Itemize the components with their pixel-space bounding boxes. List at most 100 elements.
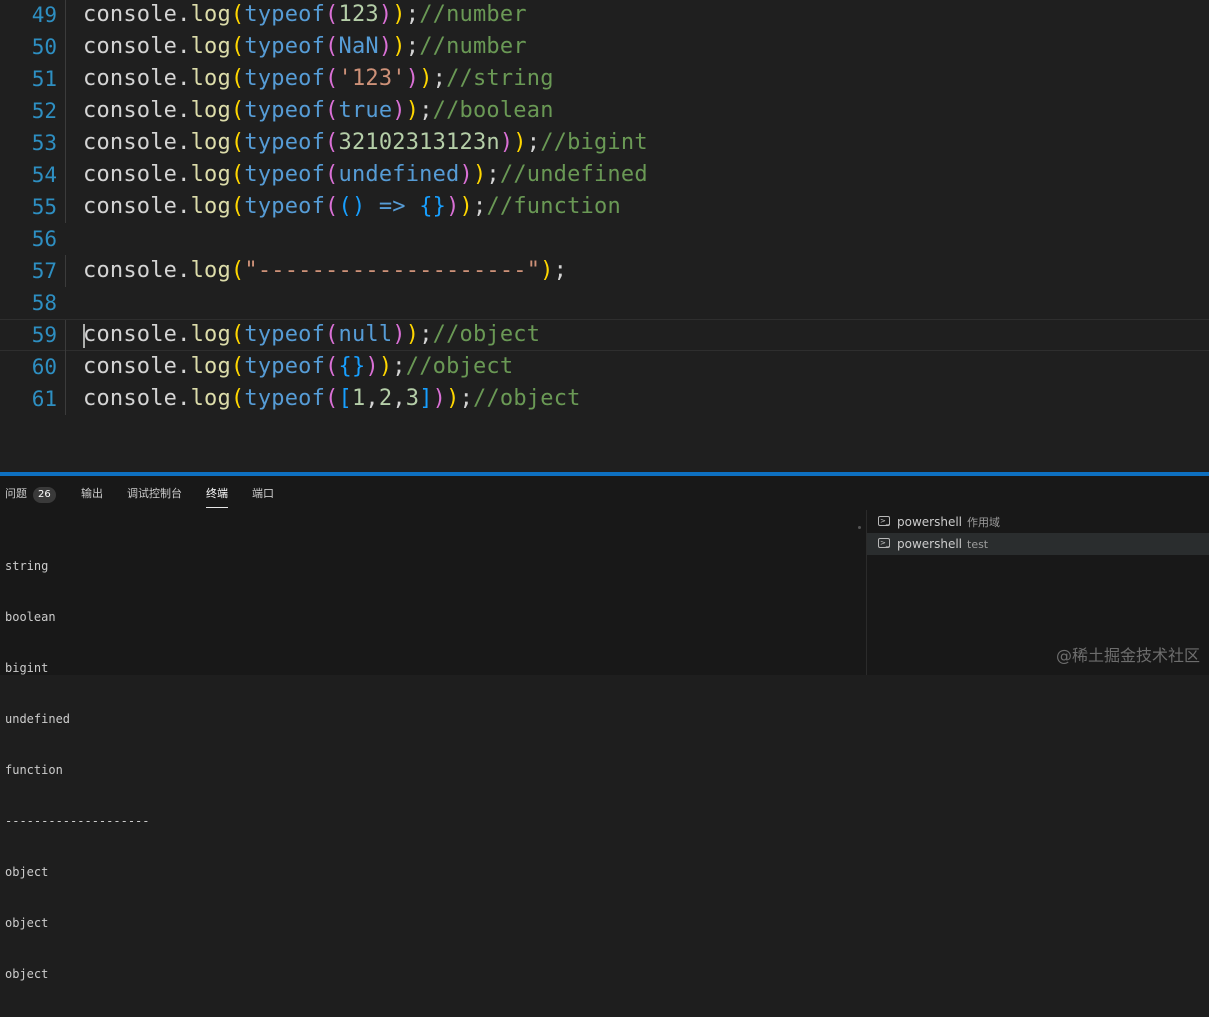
code-token: ;: [405, 2, 420, 27]
code-token: ): [378, 2, 393, 27]
code-token: ): [499, 130, 514, 155]
indent-guide: [65, 383, 66, 415]
line-number: 54: [31, 163, 57, 187]
code-token: .: [177, 354, 191, 379]
code-token: (: [230, 2, 245, 27]
code-token: =>: [378, 194, 406, 219]
code-token: log: [190, 162, 231, 187]
code-token: .: [177, 322, 191, 347]
code-token: 32102313123n: [338, 130, 500, 155]
indent-guide: [65, 95, 66, 127]
terminal-instance-desc: 作用域: [967, 516, 1000, 529]
code-token: 123: [338, 2, 379, 27]
code-token: .: [177, 258, 191, 283]
tab-debug-console[interactable]: 调试控制台: [127, 487, 182, 507]
terminal-line: undefined: [5, 712, 71, 726]
code-text: console.log(typeof({}));//object: [83, 351, 513, 383]
code-line[interactable]: 54 console.log(typeof(undefined));//undef…: [0, 159, 1209, 191]
terminal-instance-desc: test: [967, 538, 989, 551]
indent-guide: [65, 191, 66, 223]
code-token: ;: [419, 98, 433, 123]
code-token: .: [177, 130, 191, 155]
code-token: (: [325, 2, 339, 27]
code-line[interactable]: 51 console.log(typeof('123'));//string: [0, 63, 1209, 95]
terminal-instance-1[interactable]: >_ powershell 作用域: [867, 511, 1209, 533]
terminal-line: bigint: [5, 661, 49, 675]
code-line[interactable]: 55 console.log(typeof(() => {}));//functi…: [0, 191, 1209, 223]
code-token: (: [325, 98, 339, 123]
code-token: console: [83, 354, 178, 379]
code-line[interactable]: 53 console.log(typeof(32102313123n));//bi…: [0, 127, 1209, 159]
code-line[interactable]: 61 console.log(typeof([1,2,3]));//object: [0, 383, 1209, 415]
code-token: "--------------------": [244, 258, 541, 283]
code-token: NaN: [338, 34, 379, 59]
code-token: typeof: [244, 162, 326, 187]
code-token: ): [472, 162, 487, 187]
code-line[interactable]: 49 console.log(typeof(123));//number: [0, 0, 1209, 31]
line-number: 59: [31, 323, 57, 347]
terminal-instance-2[interactable]: >_ powershell test: [867, 533, 1209, 555]
terminal-line: object: [5, 865, 49, 879]
code-token: //string: [446, 66, 554, 91]
code-token: //boolean: [432, 98, 554, 123]
tab-ports[interactable]: 端口: [252, 487, 274, 507]
code-line[interactable]: 59 console.log(typeof(null));//object: [0, 319, 1209, 352]
line-number: 55: [31, 195, 57, 219]
code-token: (: [230, 258, 245, 283]
terminal-icon: >_: [878, 516, 890, 526]
code-line[interactable]: 56: [0, 223, 1209, 255]
code-token: ]: [419, 386, 433, 411]
code-token: .: [177, 162, 191, 187]
code-token: typeof: [244, 194, 326, 219]
code-token: .: [177, 2, 191, 27]
code-token: log: [190, 194, 231, 219]
code-token: typeof: [244, 130, 326, 155]
code-text: console.log(typeof(() => {}));//function: [83, 191, 621, 223]
problems-count-badge: 26: [33, 487, 56, 503]
terminal-output[interactable]: string boolean bigint undefined function…: [5, 524, 855, 1017]
code-line[interactable]: 50 console.log(typeof(NaN));//number: [0, 31, 1209, 63]
code-token: log: [190, 2, 231, 27]
tab-problems[interactable]: 问题 26: [5, 487, 56, 507]
code-token: ,: [392, 386, 406, 411]
code-line[interactable]: 58: [0, 287, 1209, 319]
code-token: //number: [419, 34, 527, 59]
code-token: ): [365, 354, 379, 379]
code-token: (: [230, 130, 245, 155]
line-number: 60: [31, 355, 57, 379]
terminal-line: boolean: [5, 610, 56, 624]
code-token: (: [230, 386, 245, 411]
code-token: ): [432, 386, 447, 411]
code-token: //object: [473, 386, 581, 411]
code-token: true: [338, 98, 393, 123]
line-number: 61: [31, 387, 57, 411]
code-token: (: [325, 34, 339, 59]
code-token: typeof: [244, 34, 326, 59]
code-token: console: [83, 258, 178, 283]
sash-indicator: [858, 526, 861, 529]
code-token: ;: [459, 386, 474, 411]
line-number: 52: [31, 99, 57, 123]
terminal-icon: >_: [878, 538, 890, 548]
indent-guide: [65, 31, 66, 63]
code-line[interactable]: 52 console.log(typeof(true));//boolean: [0, 95, 1209, 127]
code-token: (: [230, 66, 245, 91]
code-line[interactable]: 57 console.log("--------------------");: [0, 255, 1209, 287]
code-text: console.log(typeof(32102313123n));//bigi…: [83, 127, 648, 159]
code-token: (: [325, 162, 339, 187]
tab-terminal[interactable]: 终端: [206, 487, 228, 508]
terminal-line: string: [5, 559, 49, 573]
code-token: undefined: [338, 162, 460, 187]
code-token: console: [83, 66, 178, 91]
code-text: console.log(typeof([1,2,3]));//object: [83, 383, 581, 415]
bottom-panel: 问题 26 输出 调试控制台 终端 端口 string boolean bigin…: [0, 476, 1209, 981]
code-token: (: [325, 130, 339, 155]
code-line[interactable]: 60 console.log(typeof({}));//object: [0, 351, 1209, 383]
tab-output[interactable]: 输出: [81, 487, 103, 507]
code-editor[interactable]: 49 console.log(typeof(123));//number 50 con…: [0, 0, 1209, 472]
code-token: .: [177, 34, 191, 59]
code-token: ): [405, 98, 420, 123]
code-token: console: [83, 194, 178, 219]
